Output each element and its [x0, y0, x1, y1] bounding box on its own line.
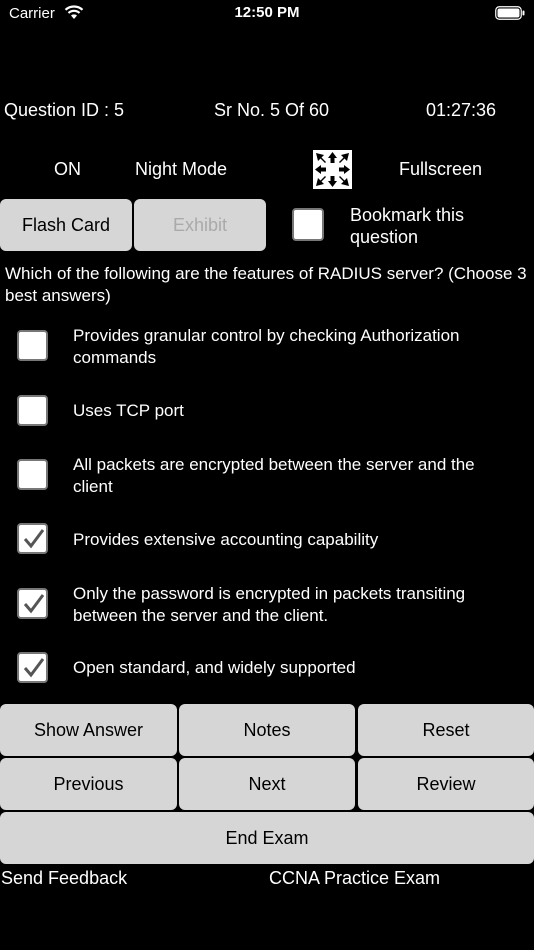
app-name-label: CCNA Practice Exam	[269, 868, 441, 888]
show-answer-button[interactable]: Show Answer	[0, 704, 177, 756]
option-text: Provides extensive accounting capability	[73, 530, 379, 549]
checkmark-icon	[23, 529, 45, 549]
option-checkbox-checked[interactable]	[17, 652, 48, 683]
fullscreen-label[interactable]: Fullscreen	[399, 159, 482, 180]
option-checkbox[interactable]	[17, 459, 48, 490]
bookmark-label: Bookmark this question	[350, 205, 465, 247]
flash-card-button[interactable]: Flash Card	[0, 199, 132, 251]
night-mode-label: Night Mode	[135, 159, 228, 179]
serial-number: Sr No. 5 Of 60	[214, 100, 330, 120]
review-button[interactable]: Review	[358, 758, 534, 810]
option-checkbox-checked[interactable]	[17, 588, 48, 619]
checkmark-icon	[23, 658, 45, 678]
notes-button[interactable]: Notes	[179, 704, 355, 756]
battery-icon	[495, 6, 525, 20]
question-text: Which of the following are the features …	[5, 264, 527, 305]
option-text: Provides granular control by checking Au…	[73, 326, 460, 367]
exhibit-button[interactable]: Exhibit	[134, 199, 266, 251]
next-button[interactable]: Next	[179, 758, 355, 810]
night-mode-toggle[interactable]: ON	[54, 159, 81, 180]
end-exam-button[interactable]: End Exam	[0, 812, 534, 864]
previous-button[interactable]: Previous	[0, 758, 177, 810]
send-feedback-link[interactable]: Send Feedback	[1, 868, 127, 889]
exam-timer: 01:27:36	[426, 100, 497, 120]
option-checkbox[interactable]	[17, 330, 48, 361]
option-checkbox[interactable]	[17, 395, 48, 426]
option-text: Open standard, and widely supported	[73, 658, 356, 677]
bookmark-checkbox[interactable]	[292, 208, 324, 241]
question-id: Question ID : 5	[4, 100, 125, 120]
option-text: Uses TCP port	[73, 401, 184, 420]
option-checkbox-checked[interactable]	[17, 523, 48, 554]
fullscreen-arrows-icon[interactable]	[313, 150, 352, 189]
checkmark-icon	[23, 594, 45, 614]
option-text: Only the password is encrypted in packet…	[73, 584, 466, 625]
option-text: All packets are encrypted between the se…	[73, 455, 475, 496]
status-clock: 12:50 PM	[234, 4, 300, 21]
reset-button[interactable]: Reset	[358, 704, 534, 756]
status-bar: Carrier 12:50 PM	[0, 0, 534, 30]
